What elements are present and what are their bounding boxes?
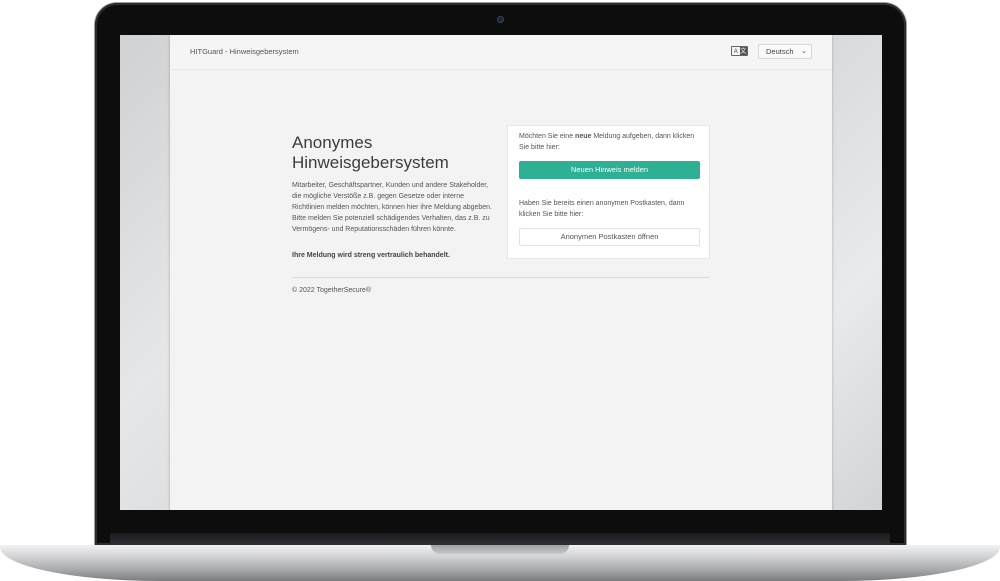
chevron-down-icon: ⌄ bbox=[801, 48, 807, 55]
camera-icon bbox=[497, 16, 504, 23]
new-report-text-bold: neue bbox=[575, 133, 592, 140]
new-report-button[interactable]: Neuen Hinweis melden bbox=[519, 161, 700, 179]
open-mailbox-button[interactable]: Anonymen Postkasten öffnen bbox=[519, 228, 700, 246]
brand-title[interactable]: HITGuard - Hinweisgebersystem bbox=[190, 47, 299, 56]
translate-icon-cjk: 文 bbox=[739, 47, 747, 55]
page-header: HITGuard - Hinweisgebersystem A 文 Deutsc… bbox=[170, 35, 832, 70]
intro-description: Mitarbeiter, Geschäftspartner, Kunden un… bbox=[292, 182, 493, 233]
translate-icon: A 文 bbox=[731, 46, 748, 56]
laptop-notch bbox=[431, 545, 569, 554]
copyright: © 2022 TogetherSecure® bbox=[292, 287, 372, 294]
screen: HITGuard - Hinweisgebersystem A 文 Deutsc… bbox=[120, 35, 882, 510]
language-select-value: Deutsch bbox=[766, 47, 794, 56]
language-select[interactable]: Deutsch ⌄ bbox=[758, 44, 812, 59]
laptop-hinge bbox=[110, 533, 890, 545]
page-title: Anonymes Hinweisgebersystem bbox=[292, 133, 449, 172]
translate-icon-latin: A bbox=[733, 49, 738, 55]
confidentiality-note: Ihre Meldung wird streng vertraulich beh… bbox=[292, 252, 450, 259]
existing-mailbox-text: Haben Sie bereits einen anonymen Postkas… bbox=[519, 200, 685, 218]
new-report-text-prefix: Möchten Sie eine bbox=[519, 133, 576, 140]
report-card: Möchten Sie eine neue Meldung aufgeben, … bbox=[507, 125, 710, 259]
web-page: HITGuard - Hinweisgebersystem A 文 Deutsc… bbox=[170, 35, 832, 510]
new-report-text: Möchten Sie eine neue Meldung aufgeben, … bbox=[519, 131, 701, 153]
footer-divider bbox=[292, 277, 710, 278]
